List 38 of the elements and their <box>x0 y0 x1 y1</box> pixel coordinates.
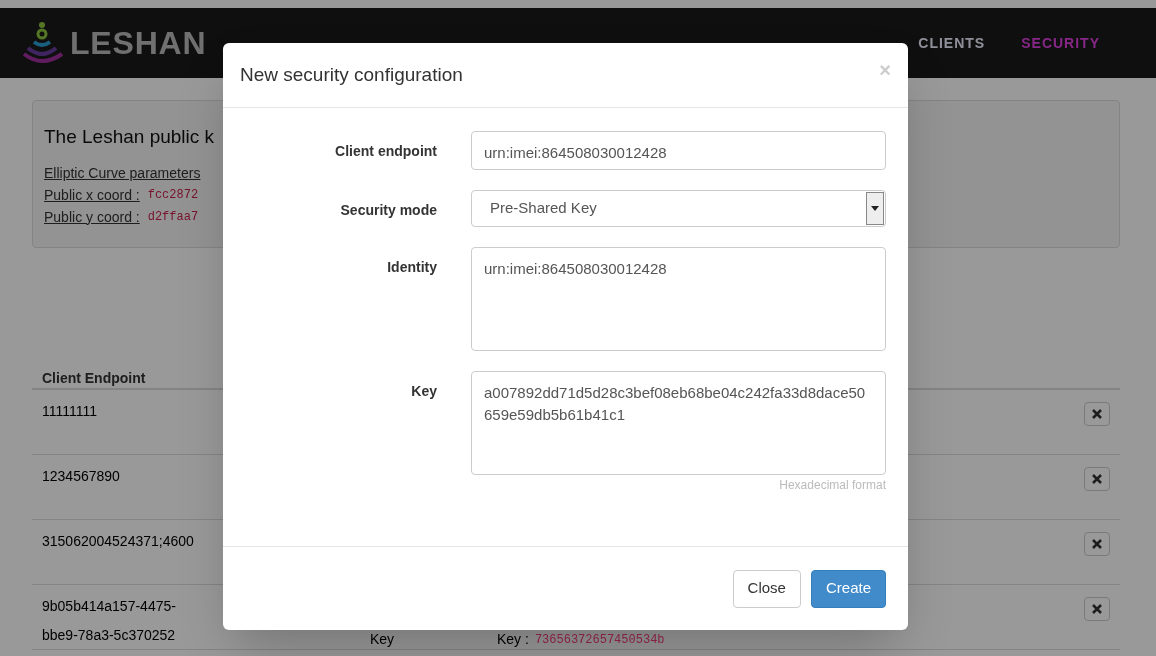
delete-button[interactable] <box>1084 467 1110 491</box>
close-icon <box>1092 539 1102 549</box>
logo-icon <box>20 20 66 66</box>
panel-link[interactable]: Elliptic Curve parameters <box>44 161 201 184</box>
brand-name: LESHAN <box>70 24 207 63</box>
close-icon <box>1092 409 1102 419</box>
dialog-button[interactable]: Create <box>810 569 886 608</box>
close-icon <box>1092 604 1102 614</box>
input-field[interactable]: urn:imei:864508030012428 <box>471 131 886 170</box>
dialog-title: New security configuration <box>240 62 463 87</box>
field-label: Client endpoint <box>334 142 437 161</box>
close-icon <box>1092 474 1102 484</box>
select-field[interactable]: Pre-Shared Key <box>471 190 886 227</box>
key-label: Key : <box>497 630 529 649</box>
field-label: Key <box>410 382 437 401</box>
table-cell-text: 315062004524371;4600 <box>42 532 195 551</box>
table-cell-text: 9b05b414a157-4475-bbe9-78a3-5c370252 <box>42 597 177 645</box>
panel-link[interactable]: Public x coord : <box>44 183 140 206</box>
dialog-button[interactable]: Close <box>732 569 801 608</box>
nav-link[interactable]: CLIENTS <box>918 32 986 54</box>
table-cell-text: Key <box>370 630 395 649</box>
delete-button[interactable] <box>1084 532 1110 556</box>
help-text: Hexadecimal format <box>779 477 886 494</box>
table-cell-text: 11111111 <box>42 402 98 421</box>
dropdown-icon <box>866 192 884 225</box>
panel-link[interactable]: Public y coord : <box>44 205 140 228</box>
coord-value: d2ffaa7 <box>147 208 199 226</box>
column-header: Client Endpoint <box>42 370 146 386</box>
text-area[interactable]: a007892dd71d5d28c3bef08eb68be04c242fa33d8dace50659e59db5b61b41c1 <box>471 371 886 475</box>
table-cell-text: 1234567890 <box>42 467 121 486</box>
field-label: Security mode <box>339 201 437 220</box>
panel-title: The Leshan public k <box>44 125 215 149</box>
delete-button[interactable] <box>1084 597 1110 621</box>
text-area[interactable]: urn:imei:864508030012428 <box>471 247 886 351</box>
coord-value: fcc2872 <box>147 186 199 204</box>
key-value: 73656372657450534b <box>534 631 665 649</box>
delete-button[interactable] <box>1084 402 1110 426</box>
field-label: Identity <box>386 258 437 277</box>
